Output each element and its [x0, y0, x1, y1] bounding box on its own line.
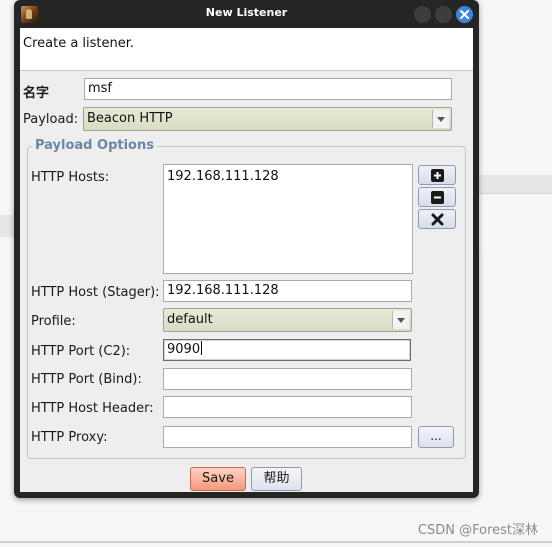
http-hosts-list[interactable]: 192.168.111.128: [163, 164, 413, 274]
add-host-button[interactable]: [418, 165, 456, 185]
http-proxy-label: HTTP Proxy:: [31, 430, 108, 445]
window-title: New Listener: [205, 6, 288, 19]
title-bar[interactable]: New Listener: [14, 0, 479, 28]
profile-select-value: default: [167, 312, 213, 327]
x-icon: [431, 213, 444, 226]
plus-icon: [431, 169, 444, 182]
new-listener-dialog: New Listener Create a listener. 名字 msf P…: [14, 0, 479, 498]
background-panel: [479, 193, 552, 254]
background-bottom-rule: [0, 541, 552, 543]
clear-hosts-button[interactable]: [418, 209, 456, 229]
chevron-down-icon: [397, 318, 405, 323]
http-port-c2-label: HTTP Port (C2):: [31, 344, 131, 359]
header-description: Create a listener.: [23, 36, 135, 51]
background-strip-left: [0, 215, 14, 237]
save-button[interactable]: Save: [190, 467, 246, 491]
payload-label: Payload:: [23, 112, 79, 127]
text-caret: [201, 341, 203, 355]
maximize-button[interactable]: [435, 6, 452, 23]
chevron-down-icon: [437, 117, 445, 122]
payload-dropdown-button[interactable]: [432, 110, 449, 128]
payload-select[interactable]: Beacon HTTP: [83, 107, 452, 131]
http-proxy-field[interactable]: [163, 426, 412, 448]
close-icon: [460, 10, 469, 19]
http-port-bind-label: HTTP Port (Bind):: [31, 372, 142, 387]
http-port-c2-field[interactable]: 9090: [163, 339, 411, 361]
http-host-stager-field[interactable]: 192.168.111.128: [163, 280, 412, 302]
close-button[interactable]: [456, 6, 473, 23]
watermark: CSDN @Forest深林: [417, 523, 538, 538]
payload-select-value: Beacon HTTP: [87, 111, 173, 126]
http-host-header-field[interactable]: [163, 396, 412, 418]
list-item[interactable]: 192.168.111.128: [167, 169, 409, 184]
http-host-stager-label: HTTP Host (Stager):: [31, 285, 160, 300]
proxy-browse-button[interactable]: ...: [418, 426, 454, 448]
minimize-button[interactable]: [414, 6, 431, 23]
dialog-content: Create a listener. 名字 msf Payload: Beaco…: [20, 28, 473, 492]
profile-select[interactable]: default: [163, 308, 412, 332]
profile-label: Profile:: [31, 314, 76, 329]
http-hosts-label: HTTP Hosts:: [31, 170, 110, 185]
http-port-c2-value: 9090: [167, 342, 201, 357]
payload-options-title: Payload Options: [32, 138, 157, 153]
background-strip-top: [479, 175, 552, 193]
name-field[interactable]: msf: [84, 78, 452, 100]
profile-dropdown-button[interactable]: [392, 311, 409, 329]
http-host-header-label: HTTP Host Header:: [31, 401, 154, 416]
help-button[interactable]: 帮助: [251, 467, 302, 491]
remove-host-button[interactable]: [418, 187, 456, 207]
minus-icon: [431, 191, 444, 204]
http-port-bind-field[interactable]: [163, 368, 412, 390]
header-pane: Create a listener.: [20, 28, 473, 71]
name-label: 名字: [23, 86, 50, 101]
